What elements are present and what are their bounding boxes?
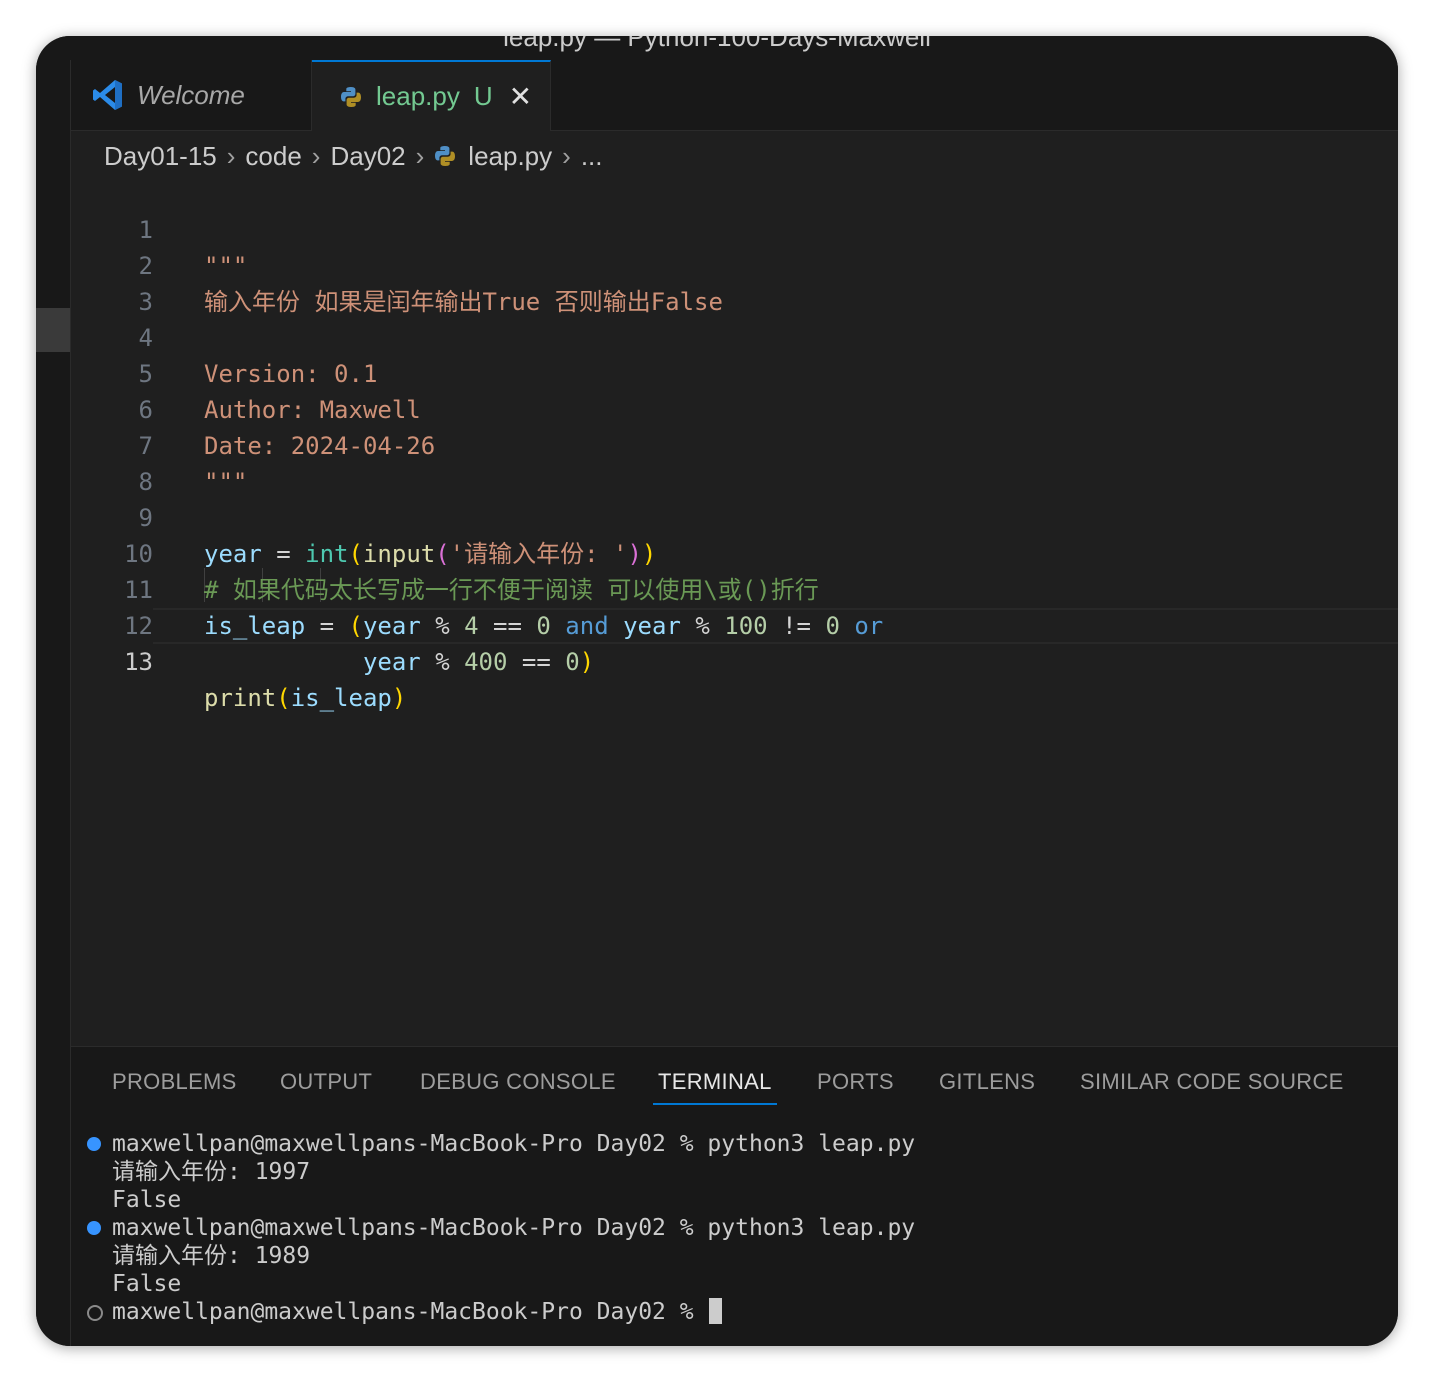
code-line: 7 """ <box>71 392 1398 496</box>
terminal-cursor <box>709 1298 723 1324</box>
chevron-right-icon: › <box>311 140 321 171</box>
terminal-line: 请输入年份: 1997 <box>112 1159 311 1185</box>
bottom-panel: PROBLEMS OUTPUT DEBUG CONSOLE TERMINAL P… <box>71 1046 1398 1346</box>
tab-leap-py[interactable]: leap.py U ✕ <box>312 60 551 131</box>
chevron-right-icon: › <box>562 140 571 171</box>
code-line: 12 year % 400 == 0) <box>71 572 1398 676</box>
code-line: 3 <box>71 248 1398 316</box>
breadcrumb-item-leap-py[interactable]: leap.py <box>468 141 552 172</box>
chevron-right-icon: › <box>226 140 236 171</box>
code-line: 10 # 如果代码太长写成一行不便于阅读 可以使用\或()折行 <box>71 500 1398 604</box>
editor-tab-bar: Welcome leap.py U ✕ <box>71 60 1398 131</box>
terminal-line: False <box>112 1271 182 1297</box>
tab-welcome[interactable]: Welcome <box>71 60 312 130</box>
code-line: 5 Author: Maxwell <box>71 320 1398 424</box>
activity-bar <box>36 60 71 1346</box>
breadcrumb-item-day02[interactable]: Day02 <box>330 141 405 172</box>
activity-bar-indicator[interactable] <box>36 308 70 352</box>
code-line: 4 Version: 0.1 <box>71 284 1398 388</box>
command-success-dot-icon[interactable] <box>87 1137 101 1151</box>
command-pending-dot-icon <box>87 1305 103 1321</box>
terminal-line: maxwellpan@maxwellpans-MacBook-Pro Day02… <box>112 1215 916 1241</box>
command-success-dot-icon[interactable] <box>87 1221 101 1235</box>
code-line-current: 13 print(is_leap) <box>71 608 1398 712</box>
terminal-line: 请输入年份: 1989 <box>112 1243 311 1269</box>
tab-ports[interactable]: PORTS <box>817 1069 894 1095</box>
tab-debug-console[interactable]: DEBUG CONSOLE <box>420 1069 616 1095</box>
breadcrumb-item-symbols[interactable]: ... <box>581 141 603 172</box>
python-file-icon <box>435 146 456 166</box>
code-line: 6 Date: 2024-04-26 <box>71 356 1398 460</box>
code-line: 1 """ <box>71 176 1398 280</box>
line-number: 13 <box>124 648 153 676</box>
tab-similar-code-source[interactable]: SIMILAR CODE SOURCE <box>1080 1069 1344 1095</box>
tab-problems[interactable]: PROBLEMS <box>112 1069 237 1095</box>
code-line: 2 输入年份 如果是闰年输出True 否则输出False <box>71 212 1398 316</box>
tab-leap-label: leap.py <box>376 81 460 111</box>
line-text: print(is_leap) <box>204 684 407 712</box>
tab-welcome-label: Welcome <box>137 79 245 110</box>
code-line: 9 year = int(input('请输入年份: ')) <box>71 464 1398 568</box>
terminal-prompt[interactable]: maxwellpan@maxwellpans-MacBook-Pro Day02… <box>112 1298 723 1326</box>
tab-output[interactable]: OUTPUT <box>280 1069 372 1095</box>
tab-terminal[interactable]: TERMINAL <box>653 1069 777 1105</box>
breadcrumb-item-day01-15[interactable]: Day01-15 <box>104 141 217 172</box>
title-bar: leap.py — Python-100-Days-Maxwell <box>36 36 1398 60</box>
breadcrumb-item-code[interactable]: code <box>245 141 301 172</box>
terminal-line: maxwellpan@maxwellpans-MacBook-Pro Day02… <box>112 1131 916 1157</box>
vscode-logo-icon <box>93 80 122 110</box>
terminal-line: False <box>112 1187 182 1213</box>
code-line: 11 is_leap = (year % 4 == 0 and year % 1… <box>71 536 1398 640</box>
window-title: leap.py — Python-100-Days-Maxwell <box>503 36 931 52</box>
line-text: year % 400 == 0) <box>362 648 595 676</box>
terminal-prompt-text: maxwellpan@maxwellpans-MacBook-Pro Day02… <box>112 1299 708 1325</box>
code-line: 8 <box>71 428 1398 496</box>
python-file-icon <box>341 86 361 107</box>
tab-gitlens[interactable]: GITLENS <box>939 1069 1035 1095</box>
vscode-window: leap.py — Python-100-Days-Maxwell Welcom… <box>36 36 1398 1346</box>
close-icon[interactable]: ✕ <box>509 80 532 113</box>
chevron-right-icon: › <box>415 140 425 171</box>
untracked-badge: U <box>473 81 493 111</box>
code-editor[interactable]: 1 """ 2 输入年份 如果是闰年输出True 否则输出False 3 4 V… <box>71 176 1398 1044</box>
breadcrumb: Day01-15 › code › Day02 › leap.py › ... <box>104 136 602 176</box>
